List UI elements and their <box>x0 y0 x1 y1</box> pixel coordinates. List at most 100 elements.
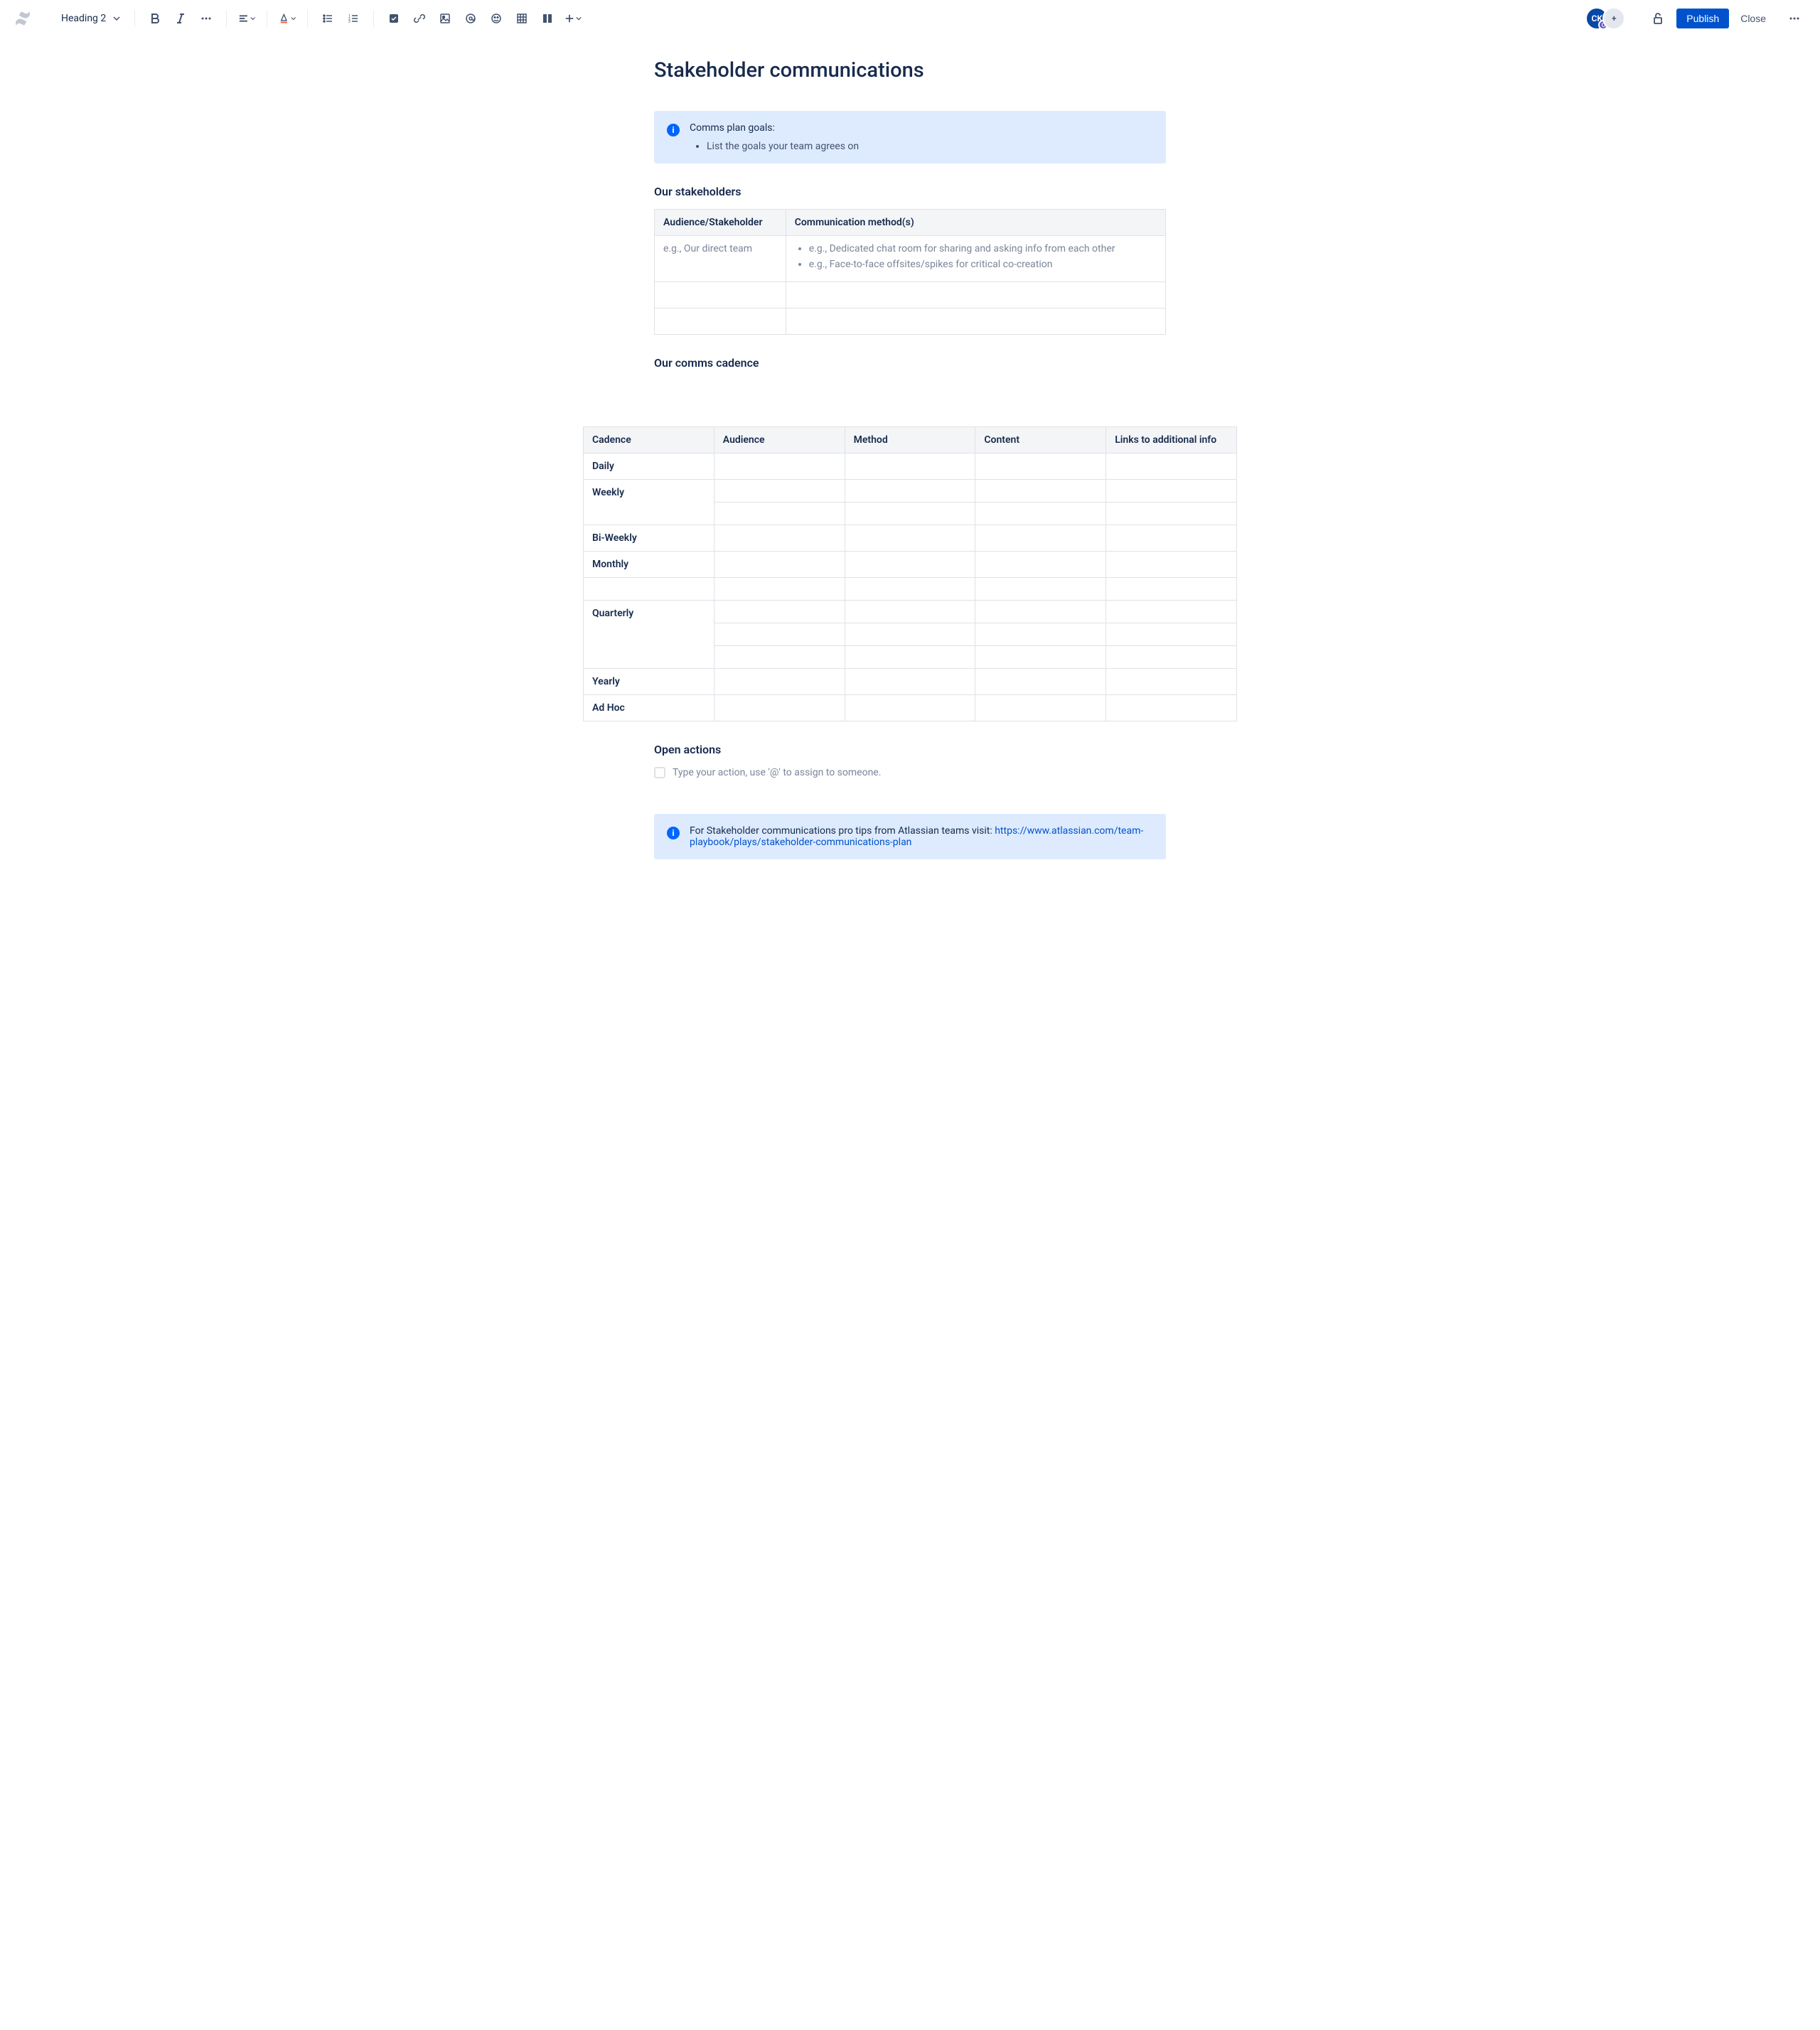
cadence-table[interactable]: Cadence Audience Method Content Links to… <box>583 426 1237 721</box>
table-cell[interactable] <box>975 578 1106 601</box>
more-actions-button[interactable] <box>1783 7 1806 30</box>
table-header[interactable]: Method <box>845 427 975 453</box>
table-header[interactable]: Links to additional info <box>1106 427 1237 453</box>
table-cell[interactable] <box>714 480 845 503</box>
table-cell[interactable] <box>1106 623 1237 646</box>
layouts-button[interactable] <box>536 7 559 30</box>
open-actions-heading[interactable]: Open actions <box>654 743 1166 756</box>
table-header[interactable]: Audience <box>714 427 845 453</box>
restrictions-button[interactable] <box>1651 11 1665 26</box>
table-cell[interactable] <box>845 453 975 480</box>
table-cell[interactable]: Ad Hoc <box>584 695 714 721</box>
table-header[interactable]: Cadence <box>584 427 714 453</box>
table-cell[interactable] <box>845 525 975 552</box>
table-cell[interactable] <box>975 552 1106 578</box>
insert-button[interactable] <box>562 7 584 30</box>
table-cell[interactable] <box>975 669 1106 695</box>
table-cell[interactable] <box>1106 525 1237 552</box>
table-cell[interactable]: Monthly <box>584 552 714 578</box>
table-button[interactable] <box>510 7 533 30</box>
bullet-list-button[interactable] <box>316 7 339 30</box>
table-cell[interactable]: Yearly <box>584 669 714 695</box>
table-cell[interactable]: e.g., Dedicated chat room for sharing an… <box>786 236 1165 282</box>
table-cell[interactable] <box>975 601 1106 623</box>
table-cell[interactable] <box>845 503 975 525</box>
table-cell[interactable] <box>845 669 975 695</box>
table-cell[interactable] <box>845 601 975 623</box>
page-title[interactable]: Stakeholder communications <box>654 58 1166 82</box>
action-checkbox[interactable] <box>654 767 665 778</box>
table-cell[interactable] <box>1106 480 1237 503</box>
table-header[interactable]: Audience/Stakeholder <box>655 210 786 236</box>
info-panel-protips[interactable]: i For Stakeholder communications pro tip… <box>654 814 1166 859</box>
table-header[interactable]: Content <box>975 427 1106 453</box>
table-cell[interactable] <box>714 552 845 578</box>
table-cell[interactable] <box>975 480 1106 503</box>
table-cell[interactable] <box>845 578 975 601</box>
table-cell[interactable] <box>975 623 1106 646</box>
table-cell[interactable] <box>714 601 845 623</box>
info-panel-goals[interactable]: i Comms plan goals: List the goals your … <box>654 111 1166 163</box>
info-panel-heading: Comms plan goals: <box>690 122 1153 134</box>
table-cell[interactable] <box>1106 601 1237 623</box>
table-cell[interactable] <box>714 453 845 480</box>
text-style-select[interactable]: Heading 2 <box>55 10 126 27</box>
table-cell[interactable] <box>714 669 845 695</box>
table-cell[interactable] <box>845 695 975 721</box>
table-cell[interactable] <box>714 695 845 721</box>
table-cell[interactable] <box>584 578 714 601</box>
table-cell[interactable] <box>1106 695 1237 721</box>
table-cell[interactable] <box>655 282 786 308</box>
table-cell[interactable]: Bi-Weekly <box>584 525 714 552</box>
table-cell[interactable] <box>714 578 845 601</box>
table-cell[interactable]: Daily <box>584 453 714 480</box>
image-button[interactable] <box>434 7 456 30</box>
table-cell[interactable] <box>975 503 1106 525</box>
table-cell[interactable] <box>1106 552 1237 578</box>
table-cell[interactable] <box>845 480 975 503</box>
italic-button[interactable] <box>169 7 192 30</box>
table-cell[interactable] <box>975 646 1106 669</box>
table-cell[interactable] <box>845 646 975 669</box>
table-cell[interactable] <box>1106 646 1237 669</box>
editor-content[interactable]: Stakeholder communications i Comms plan … <box>640 58 1180 370</box>
table-cell[interactable] <box>1106 453 1237 480</box>
cadence-heading[interactable]: Our comms cadence <box>654 356 1166 370</box>
link-button[interactable] <box>408 7 431 30</box>
table-cell[interactable]: Quarterly <box>584 601 714 669</box>
publish-button[interactable]: Publish <box>1676 9 1729 28</box>
more-formatting-button[interactable] <box>195 7 218 30</box>
bold-button[interactable] <box>144 7 166 30</box>
table-cell[interactable] <box>655 308 786 335</box>
action-item-row[interactable]: Type your action, use '@' to assign to s… <box>654 767 1166 778</box>
stakeholders-table[interactable]: Audience/Stakeholder Communication metho… <box>654 209 1166 335</box>
table-header[interactable]: Communication method(s) <box>786 210 1165 236</box>
table-cell[interactable] <box>714 503 845 525</box>
table-cell[interactable] <box>786 308 1165 335</box>
table-cell[interactable] <box>845 552 975 578</box>
table-cell[interactable] <box>975 525 1106 552</box>
numbered-list-button[interactable]: 123 <box>342 7 365 30</box>
table-cell[interactable] <box>786 282 1165 308</box>
emoji-button[interactable] <box>485 7 508 30</box>
text-color-button[interactable] <box>276 7 299 30</box>
mention-button[interactable] <box>459 7 482 30</box>
invite-button[interactable]: + <box>1602 7 1625 30</box>
table-cell[interactable]: Weekly <box>584 480 714 525</box>
table-cell[interactable] <box>975 695 1106 721</box>
table-cell[interactable] <box>975 453 1106 480</box>
action-item-button[interactable] <box>382 7 405 30</box>
table-cell[interactable] <box>714 646 845 669</box>
table-cell[interactable] <box>714 623 845 646</box>
chevron-down-icon <box>113 15 120 22</box>
table-cell[interactable]: e.g., Our direct team <box>655 236 786 282</box>
alignment-button[interactable] <box>235 7 258 30</box>
table-cell[interactable] <box>845 623 975 646</box>
table-cell[interactable] <box>1106 669 1237 695</box>
table-cell[interactable] <box>1106 503 1237 525</box>
table-cell[interactable] <box>1106 578 1237 601</box>
table-cell[interactable] <box>714 525 845 552</box>
text-style-label: Heading 2 <box>61 13 106 24</box>
stakeholders-heading[interactable]: Our stakeholders <box>654 185 1166 198</box>
close-button[interactable]: Close <box>1732 9 1774 28</box>
